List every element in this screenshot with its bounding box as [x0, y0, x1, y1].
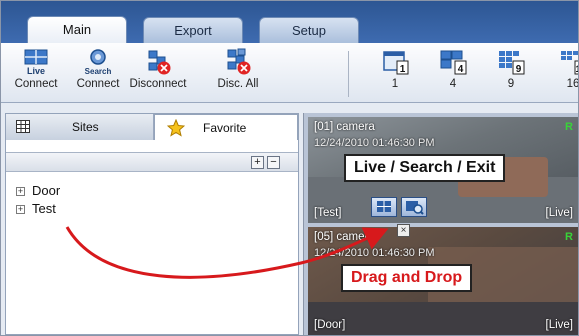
video-grid: [01] camera 12/24/2010 01:46:30 PM R [Te…	[303, 113, 578, 335]
record-indicator: R	[565, 231, 573, 243]
search-camera-icon: Search	[85, 49, 112, 76]
toolbar-separator	[348, 51, 349, 97]
site-panel: Sites Favorite + − + Door + Test	[5, 113, 299, 335]
camera-name: [05] camera	[314, 231, 375, 243]
tab-sites[interactable]: Sites	[6, 114, 154, 140]
search-connect-label: Connect	[76, 78, 120, 90]
grid-icon	[16, 120, 30, 133]
drag-and-drop-callout: Drag and Drop	[341, 264, 473, 292]
layout-9-button[interactable]: 9 9	[487, 46, 535, 100]
tree-node-door[interactable]: + Door	[14, 182, 60, 200]
layout-nine-icon: 9	[499, 51, 525, 75]
camera-timestamp: 12/24/2010 01:46:30 PM	[314, 137, 435, 149]
tab-main[interactable]: Main	[27, 16, 127, 44]
tab-favorite-label: Favorite	[203, 121, 247, 135]
record-indicator: R	[565, 121, 573, 133]
live-connect-button[interactable]: Live Connect	[5, 46, 67, 100]
disconnect-all-button[interactable]: Disc. All	[207, 46, 269, 100]
site-tree: + Door + Test	[14, 182, 60, 218]
camera-timestamp: 12/24/2010 01:46:30 PM	[314, 247, 435, 259]
search-connect-button[interactable]: Search Connect	[67, 46, 129, 100]
app-window: Main Export Setup Live Connect Search Co…	[0, 0, 579, 336]
layout-single-icon: 1	[383, 51, 409, 75]
svg-text:4: 4	[458, 64, 464, 75]
svg-text:9: 9	[516, 64, 522, 75]
svg-text:16: 16	[575, 64, 579, 74]
layout-1-label: 1	[391, 78, 399, 90]
disconnect-all-label: Disc. All	[217, 78, 259, 90]
tree-toolbar: + −	[6, 152, 298, 172]
expand-icon[interactable]: +	[16, 187, 25, 196]
svg-text:Search: Search	[85, 67, 112, 76]
tab-setup[interactable]: Setup	[259, 17, 359, 43]
layout-quad-icon: 4	[440, 50, 467, 75]
tab-export[interactable]: Export	[143, 17, 243, 43]
live-view-button[interactable]	[371, 197, 397, 217]
camera-mode: [Live]	[545, 207, 574, 219]
camera-mode: [Live]	[545, 319, 574, 331]
search-grid-icon	[406, 201, 424, 215]
expand-icon[interactable]: +	[16, 205, 25, 214]
remove-group-button[interactable]: −	[267, 156, 280, 169]
disconnect-all-icon	[227, 48, 251, 75]
live-search-exit-callout: Live / Search / Exit	[344, 154, 506, 182]
layout-16-label: 16	[566, 78, 579, 90]
layout-4-button[interactable]: 4 4	[429, 46, 477, 100]
main-tab-strip: Main Export Setup	[1, 1, 578, 44]
tab-sites-label: Sites	[72, 120, 99, 134]
disconnect-button[interactable]: Disconnect	[127, 46, 189, 100]
layout-9-label: 9	[507, 78, 515, 90]
camera-site: [Test]	[314, 207, 342, 219]
disconnect-label: Disconnect	[129, 78, 187, 90]
camera-site: [Door]	[314, 319, 346, 331]
live-camera-icon: Live	[24, 49, 48, 76]
toolbar: Live Connect Search Connect Disconnect D…	[1, 43, 579, 103]
live-grid-icon	[377, 201, 391, 212]
tab-favorite[interactable]: Favorite	[154, 114, 298, 140]
search-view-button[interactable]	[401, 197, 427, 217]
tree-node-label: Test	[32, 201, 56, 216]
svg-text:Live: Live	[27, 66, 45, 76]
tree-node-label: Door	[32, 183, 61, 198]
add-group-button[interactable]: +	[251, 156, 264, 169]
tree-node-test[interactable]: + Test	[14, 200, 60, 218]
layout-4-label: 4	[449, 78, 457, 90]
disconnect-icon	[148, 50, 171, 75]
star-icon	[167, 119, 185, 137]
exit-view-button[interactable]: ×	[397, 224, 410, 237]
layout-16-button[interactable]: 16 16	[549, 46, 579, 100]
camera-name: [01] camera	[314, 121, 375, 133]
site-panel-tabs: Sites Favorite	[6, 114, 298, 140]
live-connect-label: Connect	[14, 78, 58, 90]
layout-sixteen-icon: 16	[561, 51, 579, 75]
svg-text:1: 1	[400, 64, 406, 75]
layout-1-button[interactable]: 1 1	[371, 46, 419, 100]
scene-floor	[308, 302, 578, 335]
